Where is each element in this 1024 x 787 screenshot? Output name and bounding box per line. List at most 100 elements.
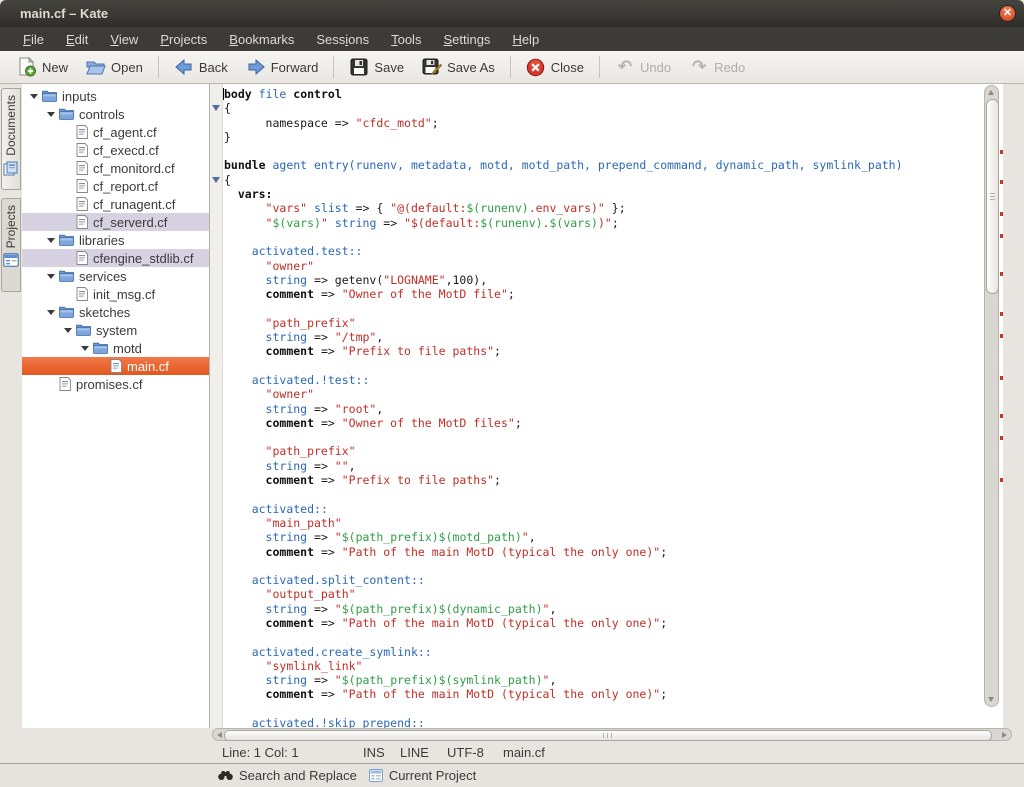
sidebar-tab-projects[interactable]: Projects <box>1 198 21 292</box>
file-icon <box>59 377 71 391</box>
tree-item-label: sketches <box>79 305 130 320</box>
expander-icon[interactable] <box>64 328 72 333</box>
open-button[interactable]: Open <box>77 54 152 80</box>
tree-item-controls[interactable]: controls <box>22 105 209 123</box>
saveas-button[interactable]: Save As <box>413 54 504 80</box>
file-icon <box>110 359 122 373</box>
tree-item-motd[interactable]: motd <box>22 339 209 357</box>
tree-item-services[interactable]: services <box>22 267 209 285</box>
code-line: string => getenv("LOGNAME",100), <box>224 273 981 287</box>
expander-icon[interactable] <box>47 310 55 315</box>
tree-item-system[interactable]: system <box>22 321 209 339</box>
vertical-scrollbar[interactable] <box>984 85 999 707</box>
scroll-mark <box>1000 478 1003 482</box>
tree-item-cf_monitord-cf[interactable]: cf_monitord.cf <box>22 159 209 177</box>
code-line: comment => "Prefix to file paths"; <box>224 344 981 358</box>
menu-item-sessions[interactable]: Sessions <box>305 29 380 50</box>
code-line: "path_prefix" <box>224 444 981 458</box>
status-line-col: Line: 1 Col: 1 <box>222 745 299 760</box>
tree-item-cf_execd-cf[interactable]: cf_execd.cf <box>22 141 209 159</box>
bottom-toolview-bar: Search and Replace Current Project <box>0 763 1024 787</box>
code-lines[interactable]: body file control{ namespace => "cfdc_mo… <box>224 87 981 728</box>
expander-icon[interactable] <box>47 274 55 279</box>
file-icon <box>76 161 88 175</box>
undo-icon: ↶ <box>615 57 635 77</box>
tree-item-cf_runagent-cf[interactable]: cf_runagent.cf <box>22 195 209 213</box>
code-line: comment => "Path of the main MotD (typic… <box>224 687 981 701</box>
horizontal-scrollbar-thumb[interactable] <box>224 730 992 741</box>
vertical-scrollbar-thumb[interactable] <box>986 99 999 294</box>
tree-item-cf_serverd-cf[interactable]: cf_serverd.cf <box>22 213 209 231</box>
tree-item-label: cf_runagent.cf <box>93 197 175 212</box>
close-window-icon[interactable]: ✕ <box>999 5 1016 22</box>
expander-icon[interactable] <box>47 238 55 243</box>
fold-marker-icon[interactable] <box>212 177 220 183</box>
menu-item-settings[interactable]: Settings <box>432 29 501 50</box>
menu-item-bookmarks[interactable]: Bookmarks <box>218 29 305 50</box>
horizontal-scrollbar[interactable] <box>212 728 1012 741</box>
toolbar-button-label: Close <box>551 60 584 75</box>
code-line <box>224 630 981 644</box>
toolbar-button-label: Undo <box>640 60 671 75</box>
code-line <box>224 144 981 158</box>
status-selection-mode[interactable]: LINE <box>400 745 429 760</box>
code-line: activated:: <box>224 502 981 516</box>
undo-button[interactable]: ↶ Undo <box>606 54 680 80</box>
toolbar-button-label: New <box>42 60 68 75</box>
tree-item-cf_agent-cf[interactable]: cf_agent.cf <box>22 123 209 141</box>
expander-icon[interactable] <box>47 112 55 117</box>
text-caret <box>223 88 224 100</box>
scroll-left-icon[interactable] <box>217 732 222 738</box>
tree-item-inputs[interactable]: inputs <box>22 87 209 105</box>
file-tree[interactable]: inputscontrolscf_agent.cfcf_execd.cfcf_m… <box>22 84 210 728</box>
code-line: body file control <box>224 87 981 101</box>
fold-marker-icon[interactable] <box>212 105 220 111</box>
tree-item-cf_report-cf[interactable]: cf_report.cf <box>22 177 209 195</box>
code-editor[interactable]: body file control{ namespace => "cfdc_mo… <box>210 84 1003 728</box>
menu-item-help[interactable]: Help <box>501 29 550 50</box>
tree-item-cfengine_stdlib-cf[interactable]: cfengine_stdlib.cf <box>22 249 209 267</box>
new-button[interactable]: New <box>8 54 77 80</box>
scroll-mark <box>1000 212 1003 216</box>
code-line: comment => "Path of the main MotD (typic… <box>224 616 981 630</box>
tree-item-promises-cf[interactable]: promises.cf <box>22 375 209 393</box>
save-button[interactable]: Save <box>340 54 413 80</box>
status-insert-mode[interactable]: INS <box>363 745 385 760</box>
code-line <box>224 702 981 716</box>
scroll-right-icon[interactable] <box>1002 732 1007 738</box>
sidebar-tab-documents[interactable]: Documents <box>1 88 21 190</box>
tree-item-main-cf[interactable]: main.cf <box>22 357 209 375</box>
code-line: { <box>224 173 981 187</box>
back-button[interactable]: Back <box>165 54 237 80</box>
code-line: comment => "Prefix to file paths"; <box>224 473 981 487</box>
scroll-down-icon[interactable] <box>988 697 994 702</box>
sidebar-tab-label: Projects <box>4 205 18 248</box>
titlebar[interactable]: main.cf – Kate ✕ <box>0 0 1024 27</box>
folder-icon <box>76 324 91 336</box>
menu-item-edit[interactable]: Edit <box>55 29 99 50</box>
scroll-up-icon[interactable] <box>988 90 994 95</box>
menu-item-projects[interactable]: Projects <box>149 29 218 50</box>
tree-item-libraries[interactable]: libraries <box>22 231 209 249</box>
expander-icon[interactable] <box>81 346 89 351</box>
menu-item-tools[interactable]: Tools <box>380 29 432 50</box>
redo-button[interactable]: ↷Redo <box>680 54 754 80</box>
code-line: activated.!skip_prepend:: <box>224 716 981 728</box>
status-filename: main.cf <box>503 745 545 760</box>
tree-item-sketches[interactable]: sketches <box>22 303 209 321</box>
current-project-button[interactable]: Current Project <box>369 768 476 783</box>
folder-icon <box>59 270 74 282</box>
menu-item-view[interactable]: View <box>99 29 149 50</box>
search-and-replace-button[interactable]: Search and Replace <box>218 768 357 783</box>
menu-item-file[interactable]: File <box>12 29 55 50</box>
save-icon <box>349 57 369 77</box>
tree-item-init_msg-cf[interactable]: init_msg.cf <box>22 285 209 303</box>
file-icon <box>76 287 88 301</box>
code-line: activated.!test:: <box>224 373 981 387</box>
forward-button[interactable]: Forward <box>237 54 328 80</box>
code-line: comment => "Path of the main MotD (typic… <box>224 545 981 559</box>
status-encoding[interactable]: UTF-8 <box>447 745 484 760</box>
expander-icon[interactable] <box>30 94 38 99</box>
scroll-mark <box>1000 376 1003 380</box>
close-button[interactable]: Close <box>517 54 593 80</box>
